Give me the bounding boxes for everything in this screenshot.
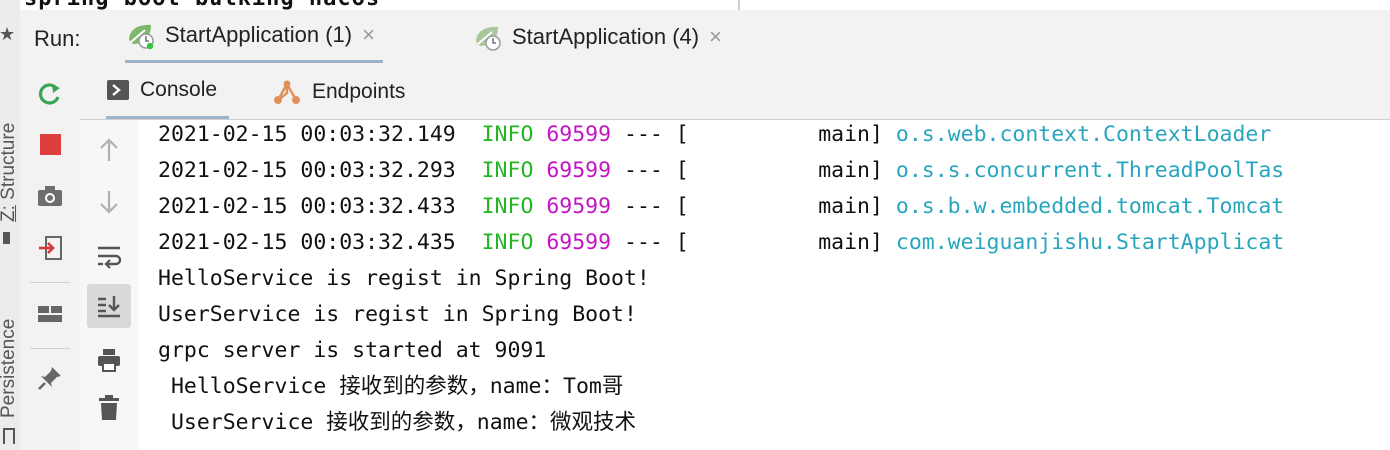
tab-endpoints[interactable]: Endpoints	[272, 64, 405, 119]
persistence-tool-tab[interactable]: Persistence	[0, 319, 20, 418]
log-level: INFO	[481, 122, 534, 147]
run-tab-startapplication-1[interactable]: StartApplication (1) ×	[125, 10, 383, 63]
log-separator: --- [	[624, 194, 689, 219]
log-logger-link[interactable]: o.s.web.context.ContextLoader	[896, 122, 1271, 147]
run-tab-startapplication-4[interactable]: StartApplication (4) ×	[472, 10, 722, 63]
run-tool-window-header: Run: StartApplication (1) × StartApplica…	[20, 10, 1390, 65]
log-separator: --- [	[624, 158, 689, 183]
log-logger-link[interactable]: o.s.b.w.embedded.tomcat.Tomcat	[896, 194, 1284, 219]
console-icon	[107, 80, 129, 100]
side-tool-strip: ★ Z: Structure Persistence	[0, 0, 21, 450]
run-toolbar	[20, 64, 81, 450]
log-timestamp: 2021-02-15 00:03:32.435	[158, 230, 456, 255]
log-level: INFO	[481, 158, 534, 183]
log-timestamp: 2021-02-15 00:03:32.149	[158, 122, 456, 147]
structure-shortcut: Z:	[0, 205, 19, 222]
console-text-line: UserService is regist in Spring Boot!	[158, 302, 637, 327]
tab-label: Endpoints	[312, 79, 406, 103]
pin-icon[interactable]	[28, 356, 72, 400]
camera-icon[interactable]	[28, 174, 72, 218]
log-pid: 69599	[546, 122, 612, 147]
log-thread: main]	[818, 230, 883, 255]
run-tab-label: StartApplication (4)	[512, 23, 700, 49]
log-timestamp: 2021-02-15 00:03:32.433	[158, 194, 456, 219]
log-pid: 69599	[546, 230, 612, 255]
console-subtab-bar: Console Endpoints	[80, 64, 1390, 120]
console-text-line: grpc server is started at 9091	[158, 338, 547, 363]
log-line: 2021-02-15 00:03:32.149 INFO 69599 --- […	[158, 120, 1271, 153]
run-tab-label: StartApplication (1)	[165, 22, 353, 47]
close-icon[interactable]: ×	[709, 24, 722, 50]
console-text-line: UserService 接收到的参数，name：微观技术	[158, 410, 637, 435]
log-thread: main]	[818, 122, 883, 147]
arrow-down-icon[interactable]	[87, 180, 131, 224]
console-output[interactable]: 2021-02-15 00:03:32.149 INFO 69599 --- […	[138, 120, 1390, 450]
log-logger-link[interactable]: o.s.s.concurrent.ThreadPoolTas	[896, 158, 1284, 183]
log-level: INFO	[481, 194, 534, 219]
toolbar-divider	[30, 348, 70, 349]
tab-console[interactable]: Console	[106, 64, 230, 119]
layout-icon[interactable]	[28, 292, 72, 336]
log-thread: main]	[818, 158, 883, 183]
toolbar-divider	[30, 282, 70, 283]
log-pid: 69599	[546, 194, 612, 219]
structure-icon	[3, 232, 10, 244]
trash-icon[interactable]	[87, 386, 131, 430]
persistence-label: Persistence	[0, 318, 19, 418]
soft-wrap-icon[interactable]	[87, 234, 131, 278]
print-icon[interactable]	[87, 338, 131, 382]
spring-boot-icon	[125, 20, 157, 50]
scroll-to-end-icon[interactable]	[87, 284, 131, 328]
tab-label: Console	[140, 78, 218, 101]
console-toolbar	[80, 120, 138, 450]
structure-tool-tab[interactable]: Z: Structure	[0, 123, 20, 222]
spring-boot-icon	[472, 22, 504, 52]
log-level: INFO	[481, 230, 534, 255]
log-timestamp: 2021-02-15 00:03:32.293	[158, 158, 456, 183]
console-text-line: HelloService is regist in Spring Boot!	[158, 266, 650, 291]
persistence-icon	[3, 428, 15, 444]
log-separator: --- [	[624, 230, 689, 255]
close-icon[interactable]: ×	[362, 22, 375, 48]
log-thread: main]	[818, 194, 883, 219]
log-logger-link[interactable]: com.weiguanjishu.StartApplicat	[896, 230, 1284, 255]
console-text-line: HelloService 接收到的参数，name：Tom哥	[158, 374, 624, 399]
endpoints-icon	[274, 80, 300, 104]
run-label: Run:	[34, 26, 81, 51]
rerun-icon[interactable]	[28, 72, 72, 116]
arrow-up-icon[interactable]	[87, 128, 131, 172]
favorites-star-icon[interactable]: ★	[0, 24, 15, 45]
log-line: 2021-02-15 00:03:32.293 INFO 69599 --- […	[158, 153, 1284, 189]
log-line: 2021-02-15 00:03:32.435 INFO 69599 --- […	[158, 225, 1284, 261]
log-pid: 69599	[546, 158, 612, 183]
log-line: 2021-02-15 00:03:32.433 INFO 69599 --- […	[158, 189, 1284, 225]
structure-label: Structure	[0, 122, 19, 200]
exit-icon[interactable]	[28, 226, 72, 270]
log-separator: --- [	[624, 122, 689, 147]
stop-icon[interactable]	[28, 122, 72, 166]
editor-split-divider	[738, 0, 740, 10]
